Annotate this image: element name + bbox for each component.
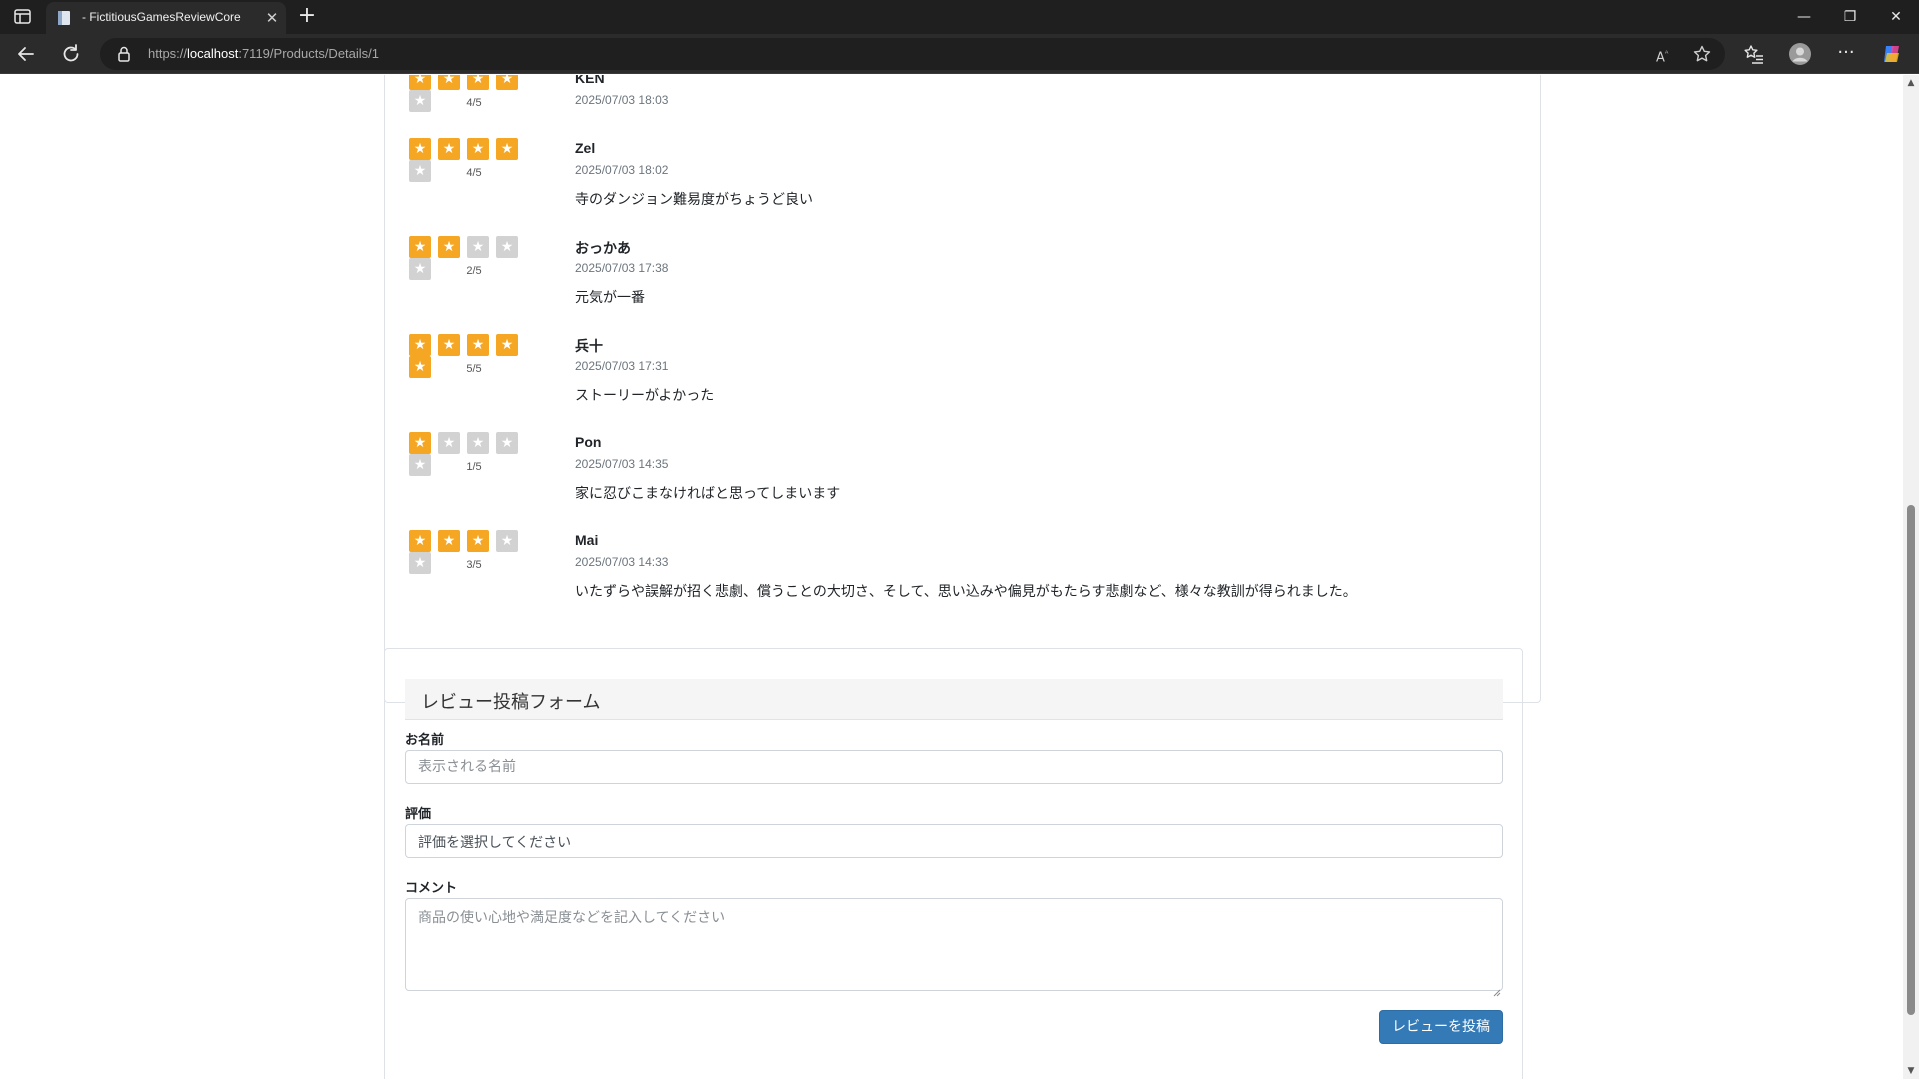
name-input[interactable] (405, 750, 1503, 784)
profile-icon[interactable] (1788, 42, 1812, 66)
submit-review-button[interactable]: レビューを投稿 (1379, 1010, 1503, 1044)
url-text: https://localhost:7119/Products/Details/… (148, 46, 380, 61)
star-rating: ★ ★ ★ ★★ (409, 138, 539, 182)
browser-titlebar: - FictitiousGamesReviewCore ✕ + — ❐ ✕ (0, 0, 1919, 34)
textarea-resize-icon[interactable] (1493, 982, 1501, 997)
rating-score: 1/5 (466, 461, 482, 473)
minimize-icon[interactable]: — (1781, 0, 1827, 34)
star-empty-icon: ★ (467, 236, 489, 258)
star-filled-icon: ★ (409, 334, 431, 356)
comment-label: コメント (405, 881, 458, 896)
review-item: ★ ★ ★ ★★ 3/5 Mai 2025/07/03 14:33 いたずらや誤解が招く悲劇、… (385, 530, 1485, 620)
star-outline-icon[interactable] (1692, 44, 1712, 64)
back-icon[interactable] (14, 42, 38, 66)
read-aloud-icon[interactable]: Aᴬ (1656, 44, 1676, 65)
star-empty-icon: ★ (496, 236, 518, 258)
name-label: お名前 (405, 733, 445, 748)
star-rating: ★ ★ ★ ★★ (409, 75, 539, 112)
page-scrollbar[interactable]: ▲ ▼ (1903, 75, 1919, 1079)
star-filled-icon: ★ (409, 138, 431, 160)
form-title: レビュー投稿フォーム (421, 692, 601, 713)
rating-score: 2/5 (466, 265, 482, 277)
star-rating: ★ ★ ★ ★★ (409, 236, 539, 280)
rating-select[interactable]: 評価を選択してください (405, 824, 1503, 858)
star-filled-icon: ★ (409, 75, 431, 90)
star-empty-icon: ★ (438, 432, 460, 454)
copilot-icon[interactable] (1880, 42, 1904, 66)
restore-icon[interactable]: ❐ (1827, 0, 1873, 34)
star-filled-icon: ★ (467, 75, 489, 90)
lock-icon[interactable] (116, 45, 132, 63)
plus-icon[interactable]: + (296, 5, 318, 28)
review-date: 2025/07/03 18:02 (575, 163, 669, 177)
star-filled-icon: ★ (409, 530, 431, 552)
reviewer-name: 兵十 (575, 338, 603, 354)
rating-score: 3/5 (466, 559, 482, 571)
reviewer-name: KEN (575, 75, 605, 86)
review-item: ★ ★ ★ ★★ 1/5 Pon 2025/07/03 14:35 家に忍びこまなければと思っ… (385, 432, 1485, 522)
star-filled-icon: ★ (438, 236, 460, 258)
browser-toolbar: https://localhost:7119/Products/Details/… (0, 34, 1919, 74)
tab-title: - FictitiousGamesReviewCore (82, 10, 241, 24)
star-empty-icon: ★ (496, 432, 518, 454)
star-filled-icon: ★ (496, 334, 518, 356)
rating-score: 5/5 (466, 363, 482, 375)
review-date: 2025/07/03 17:31 (575, 359, 669, 373)
review-comment: 寺のダンジョン難易度がちょうど良い (575, 192, 813, 208)
star-filled-icon: ★ (409, 432, 431, 454)
page-favicon-icon (56, 10, 72, 26)
scroll-thumb[interactable] (1907, 505, 1915, 1015)
star-filled-icon: ★ (438, 75, 460, 90)
refresh-icon[interactable] (59, 42, 83, 66)
star-filled-icon: ★ (438, 334, 460, 356)
rating-label: 評価 (405, 807, 432, 822)
reviews-list: ★ ★ ★ ★ ★ 4/5 KEN 2025/07/03 18:03 ★ ★ ★ ★ ★ 4/5 Zel 20… (384, 75, 1541, 703)
review-comment: いたずらや誤解が招く悲劇、償うことの大切さ、そして、思い込みや偏見がもたらす悲劇… (575, 584, 1357, 600)
close-icon[interactable]: ✕ (264, 10, 280, 26)
reviewer-name: Zel (575, 140, 596, 156)
reviewer-name: Mai (575, 532, 599, 548)
review-date: 2025/07/03 14:35 (575, 457, 669, 471)
review-comment: 元気が一番 (575, 290, 645, 306)
rating-score: 4/5 (466, 167, 482, 179)
review-comment: 家に忍びこまなければと思ってしまいます (575, 486, 841, 502)
comment-textarea[interactable] (405, 898, 1503, 991)
star-filled-icon: ★ (438, 138, 460, 160)
star-filled-icon: ★ (467, 138, 489, 160)
review-item: ★ ★ ★ ★★ 4/5 Zel 2025/07/03 18:02 寺のダンジョン難易度がちょ… (385, 138, 1485, 228)
star-filled-icon: ★ (467, 530, 489, 552)
star-filled-icon: ★ (496, 75, 518, 90)
reviewer-name: Pon (575, 434, 602, 450)
star-filled-icon: ★ (496, 138, 518, 160)
scroll-up-icon[interactable]: ▲ (1906, 78, 1916, 88)
review-form: レビュー投稿フォーム お名前 評価 評価を選択してください コメント レビューを… (384, 648, 1523, 1079)
star-empty-icon: ★ (467, 432, 489, 454)
form-header: レビュー投稿フォーム (405, 679, 1503, 720)
favorites-icon[interactable] (1742, 42, 1766, 66)
browser-tab[interactable]: - FictitiousGamesReviewCore ✕ (46, 2, 286, 34)
review-item: ★ ★ ★ ★★ 2/5 おっかあ 2025/07/03 17:38 元気が一番 (385, 236, 1485, 326)
star-empty-icon: ★ (496, 530, 518, 552)
review-item: ★ ★ ★ ★★ 5/5 兵十 2025/07/03 17:31 ストーリーがよかった (385, 334, 1485, 424)
star-rating: ★ ★ ★ ★★ (409, 432, 539, 476)
reviewer-name: おっかあ (575, 240, 631, 256)
star-rating: ★ ★ ★ ★★ (409, 334, 539, 378)
star-filled-icon: ★ (409, 236, 431, 258)
tab-sidebar-icon[interactable] (12, 8, 34, 26)
more-icon[interactable]: ··· (1834, 42, 1858, 66)
address-bar[interactable]: https://localhost:7119/Products/Details/… (100, 38, 1725, 70)
star-filled-icon: ★ (467, 334, 489, 356)
page-content: ★ ★ ★ ★ ★ 4/5 KEN 2025/07/03 18:03 ★ ★ ★ ★ ★ 4/5 Zel 20… (0, 75, 1903, 1079)
review-date: 2025/07/03 14:33 (575, 555, 669, 569)
window-close-icon[interactable]: ✕ (1873, 0, 1919, 34)
star-filled-icon: ★ (438, 530, 460, 552)
star-rating: ★ ★ ★ ★★ (409, 530, 539, 574)
rating-select-value: 評価を選択してください (418, 835, 572, 851)
scroll-down-icon[interactable]: ▼ (1906, 1066, 1916, 1076)
review-date: 2025/07/03 18:03 (575, 93, 669, 107)
review-comment: ストーリーがよかった (575, 388, 715, 404)
review-date: 2025/07/03 17:38 (575, 261, 669, 275)
rating-score: 4/5 (466, 97, 482, 109)
